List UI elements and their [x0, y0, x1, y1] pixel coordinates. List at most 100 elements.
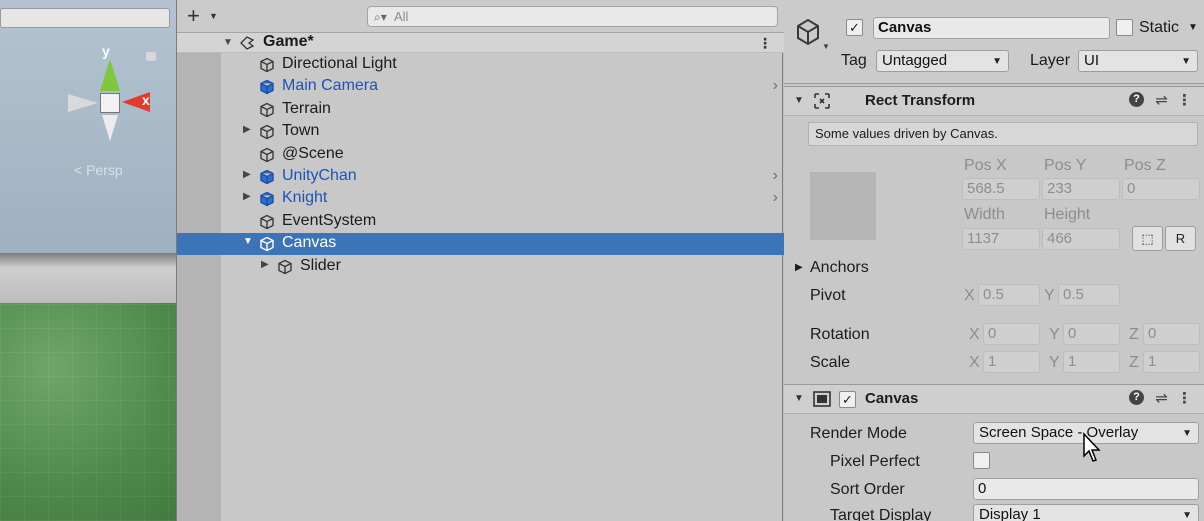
layer-dropdown[interactable]: UI ▼ [1078, 50, 1198, 72]
chevron-right-icon[interactable]: › [773, 77, 778, 95]
prefab-cube-icon [260, 169, 274, 185]
blueprint-mode-button[interactable]: ⬚ [1132, 226, 1163, 251]
scene-terrain-grass [0, 303, 176, 521]
prefab-cube-icon [260, 192, 274, 207]
foldout-open-icon[interactable]: ▼ [223, 37, 235, 48]
canvas-component-header[interactable]: ▼ ✓ Canvas ? ⇌ ⋮ [784, 384, 1204, 414]
scale-y-label: Y [1049, 354, 1060, 371]
static-label[interactable]: Static [1139, 19, 1179, 37]
gizmo-center-cube[interactable] [100, 93, 120, 113]
search-placeholder: All [394, 9, 409, 24]
preset-icon[interactable]: ⇌ [1155, 389, 1168, 407]
pos-z-label: Pos Z [1124, 157, 1166, 174]
chevron-down-icon[interactable]: ▼ [822, 42, 830, 51]
gameobject-icon[interactable] [794, 16, 822, 50]
raw-edit-button[interactable]: R [1165, 226, 1196, 251]
foldout-open-icon[interactable]: ▼ [243, 236, 255, 247]
kebab-menu-icon[interactable]: ⋮ [758, 35, 772, 52]
gizmo-x-label: x [142, 92, 150, 108]
gizmo-neg-x-axis[interactable] [68, 94, 98, 112]
scene-header-row[interactable]: ▼ Game* ⋮ [177, 33, 784, 53]
preset-icon[interactable]: ⇌ [1155, 91, 1168, 109]
hierarchy-item-selected[interactable]: ▼ Canvas [177, 233, 784, 256]
hierarchy-item-label: Canvas [282, 234, 337, 252]
hierarchy-item-label: UnityChan [282, 167, 357, 184]
kebab-menu-icon[interactable]: ⋮ [1177, 389, 1192, 407]
foldout-open-icon[interactable]: ▼ [794, 393, 804, 404]
gizmo-neg-y-axis[interactable] [102, 115, 118, 141]
active-checkbox[interactable]: ✓ [846, 19, 863, 36]
inspector-panel: ▼ ✓ Canvas Static ▼ Tag Untagged ▼ Layer… [784, 0, 1204, 521]
chevron-right-icon[interactable]: › [773, 189, 778, 207]
chevron-right-icon[interactable]: › [773, 167, 778, 185]
rotation-x-field: 0 [983, 323, 1040, 345]
kebab-menu-icon[interactable]: ⋮ [1177, 91, 1192, 109]
foldout-closed-icon[interactable]: ▶ [261, 259, 273, 270]
help-icon[interactable]: ? [1129, 390, 1144, 405]
hierarchy-item[interactable]: EventSystem [177, 211, 784, 233]
foldout-closed-icon[interactable]: ▶ [243, 169, 255, 180]
hierarchy-item-label: Terrain [282, 99, 331, 117]
rect-transform-title: Rect Transform [865, 92, 976, 109]
foldout-closed-icon[interactable]: ▶ [243, 191, 255, 202]
help-icon[interactable]: ? [1129, 92, 1144, 107]
hierarchy-panel: + ▼ ⌕▾ All ▼ Game* ⋮ Directional Light Ma… [176, 0, 784, 521]
gizmo-y-axis[interactable] [100, 59, 120, 91]
hierarchy-item-label: Directional Light [282, 55, 397, 72]
rotation-label: Rotation [810, 326, 870, 343]
hierarchy-item[interactable]: Main Camera › [177, 76, 784, 98]
width-label: Width [964, 206, 1005, 223]
scale-y-field: 1 [1063, 351, 1120, 373]
rect-transform-icon [814, 93, 830, 109]
scene-search-field[interactable] [0, 8, 170, 28]
pivot-y-field: 0.5 [1058, 284, 1120, 306]
hierarchy-item[interactable]: @Scene [177, 144, 784, 166]
foldout-closed-icon[interactable]: ▶ [795, 262, 803, 273]
search-icon: ⌕▾ [374, 10, 387, 24]
add-button[interactable]: + [187, 4, 200, 28]
unity-scene-icon [240, 36, 255, 50]
pos-z-field: 0 [1122, 178, 1200, 200]
hierarchy-search-input[interactable]: ⌕▾ All [367, 6, 778, 27]
chevron-down-icon[interactable]: ▼ [1188, 22, 1198, 33]
layer-label: Layer [1030, 52, 1071, 69]
orientation-gizmo[interactable]: y x [62, 43, 158, 145]
foldout-open-icon[interactable]: ▼ [794, 95, 804, 106]
pos-y-label: Pos Y [1044, 157, 1087, 174]
hierarchy-item[interactable]: ▶ UnityChan › [177, 166, 784, 188]
hierarchy-item[interactable]: Terrain [177, 99, 784, 121]
hierarchy-item-label: Knight [282, 189, 328, 207]
canvas-enabled-checkbox[interactable]: ✓ [839, 391, 856, 408]
rect-transform-header[interactable]: ▼ Rect Transform ? ⇌ ⋮ [784, 86, 1204, 116]
sort-order-field[interactable]: 0 [973, 478, 1199, 500]
scene-view[interactable]: y x < Persp [0, 0, 176, 521]
sort-order-label: Sort Order [830, 481, 905, 498]
rotation-z-label: Z [1129, 326, 1139, 343]
rotation-y-field: 0 [1063, 323, 1120, 345]
hierarchy-item[interactable]: ▶ Town [177, 121, 784, 143]
chevron-down-icon[interactable]: ▼ [209, 11, 218, 21]
static-checkbox[interactable] [1116, 19, 1133, 36]
prefab-cube-icon [260, 80, 274, 95]
hierarchy-item[interactable]: ▶ Slider [177, 256, 784, 278]
projection-label[interactable]: < Persp [74, 162, 123, 178]
gameobject-cube-icon [260, 102, 274, 118]
hierarchy-item[interactable]: ▶ Knight › [177, 188, 784, 210]
gameobject-cube-icon [260, 57, 274, 73]
scene-ground-strip [0, 253, 176, 303]
pixel-perfect-checkbox[interactable] [973, 452, 990, 469]
scale-z-field: 1 [1143, 351, 1200, 373]
gameobject-cube-icon [260, 124, 274, 140]
hierarchy-item-label: @Scene [282, 144, 344, 162]
tag-dropdown[interactable]: Untagged ▼ [876, 50, 1009, 72]
foldout-closed-icon[interactable]: ▶ [243, 124, 255, 135]
inspector-header: ▼ ✓ Canvas Static ▼ Tag Untagged ▼ Layer… [784, 0, 1204, 84]
hierarchy-item[interactable]: Directional Light [177, 54, 784, 76]
anchors-label[interactable]: Anchors [810, 259, 869, 277]
chevron-down-icon: ▼ [1181, 56, 1191, 67]
scale-label: Scale [810, 354, 851, 371]
object-name-field[interactable]: Canvas [873, 17, 1110, 39]
scene-name: Game* [263, 33, 314, 50]
hierarchy-toolbar: + ▼ ⌕▾ All [177, 0, 784, 33]
target-display-dropdown[interactable]: Display 1 ▼ [973, 504, 1199, 521]
